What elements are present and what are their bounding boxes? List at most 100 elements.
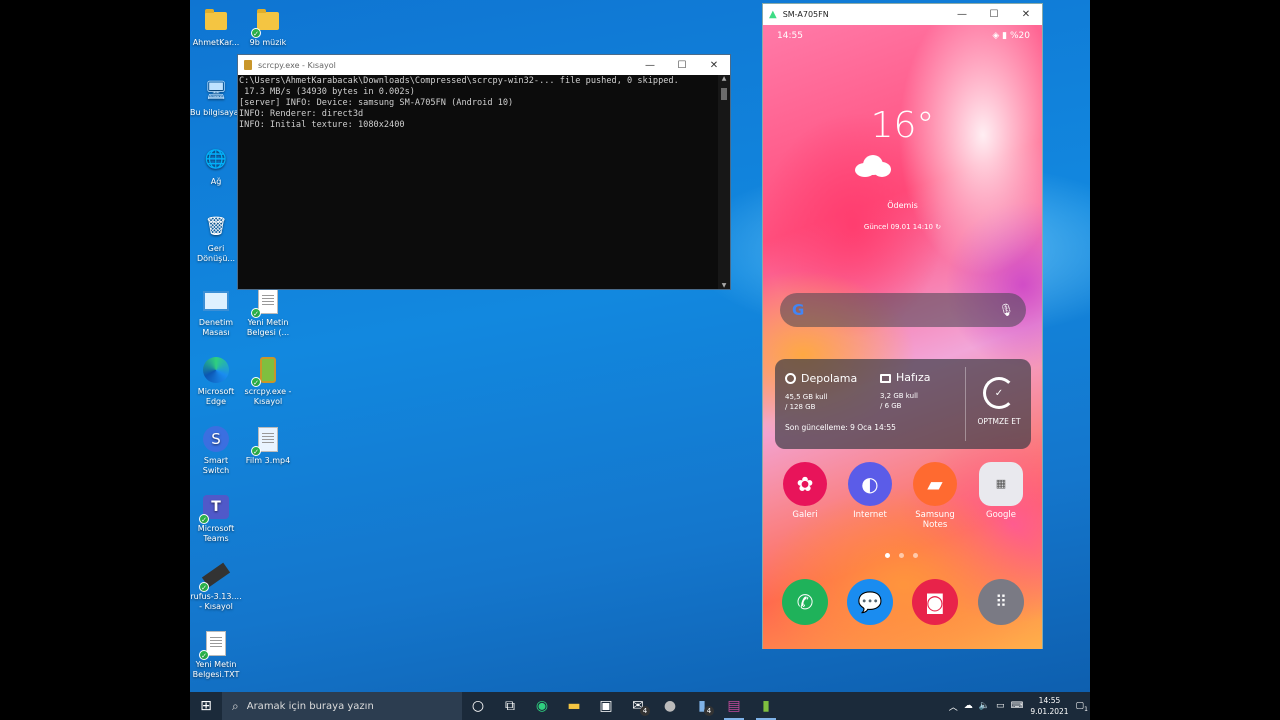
- console-window: scrcpy.exe - Kısayol — ☐ ✕ C:\Users\Ahme…: [237, 54, 731, 290]
- dock-apps[interactable]: ⠿: [971, 579, 1031, 629]
- notes-icon: ▰: [913, 462, 957, 506]
- taskbar-scrcpy[interactable]: ▮: [750, 692, 782, 720]
- edge-icon: [201, 355, 231, 385]
- keyboard-icon[interactable]: ⌨: [1010, 701, 1023, 711]
- notification-center-icon[interactable]: ▢ 1: [1075, 701, 1088, 713]
- microphone-icon[interactable]: 🎙: [999, 303, 1014, 317]
- scrollbar-thumb[interactable]: [721, 88, 727, 100]
- volume-icon[interactable]: 🔈: [979, 701, 990, 711]
- task-view-button[interactable]: ⧉: [494, 692, 526, 720]
- desktop-icon-label: AhmetKar...: [192, 38, 240, 47]
- desktop-icon-label: Bu bilgisayar: [190, 108, 242, 117]
- start-button[interactable]: ⊞: [190, 692, 222, 720]
- dock-camera[interactable]: ◙: [905, 579, 965, 629]
- network-icon: 🌐: [204, 149, 228, 170]
- optimize-button[interactable]: ✓ OPTMZE ET: [971, 377, 1027, 426]
- close-button[interactable]: ✕: [698, 60, 730, 71]
- desktop-icon-text-file[interactable]: ✓ Yeni Metin Belgesi.TXT: [190, 628, 242, 680]
- desktop-icon-smart-switch[interactable]: S Smart Switch: [190, 424, 242, 476]
- desktop-icon-label: Ağ: [210, 177, 222, 186]
- memory-section: Hafıza 3,2 GB kull / 6 GB: [880, 372, 930, 411]
- scroll-up-arrow-icon[interactable]: ▲: [718, 75, 730, 82]
- network-tray-icon[interactable]: ▭: [996, 701, 1005, 711]
- phone-badge: 4: [704, 706, 714, 716]
- taskbar-file-explorer[interactable]: ▬: [558, 692, 590, 720]
- device-care-widget[interactable]: Depolama 45,5 GB kull / 128 GB Hafıza 3,…: [775, 359, 1031, 449]
- taskbar-edge[interactable]: ◉: [526, 692, 558, 720]
- desktop-icon-edge[interactable]: Microsoft Edge: [190, 355, 242, 407]
- maximize-button[interactable]: ☐: [666, 60, 698, 71]
- console-line: INFO: Initial texture: 1080x2400: [239, 120, 405, 130]
- desktop-icon-rufus[interactable]: ✓ rufus-3.13.... - Kısayol: [190, 560, 242, 612]
- desktop-icon-network[interactable]: 🌐 Ağ: [190, 145, 242, 187]
- maximize-button[interactable]: ☐: [978, 9, 1010, 20]
- taskbar-app[interactable]: ●: [654, 692, 686, 720]
- sync-check-icon: ✓: [251, 446, 261, 456]
- taskbar-clock[interactable]: 14:55 9.01.2021: [1029, 695, 1069, 717]
- console-title: scrcpy.exe - Kısayol: [258, 60, 336, 70]
- close-button[interactable]: ✕: [1010, 9, 1042, 20]
- phone-battery: ◈ ▮ %20: [992, 31, 1030, 41]
- taskbar-phone[interactable]: ▮ 4: [686, 692, 718, 720]
- app-label: Samsung Notes: [915, 510, 955, 530]
- tray-expand-icon[interactable]: ︿: [949, 700, 958, 713]
- messages-icon: 💬: [847, 579, 893, 625]
- desktop-icon-9b-muzik[interactable]: ✓ 9b müzik: [242, 6, 294, 48]
- cortana-button[interactable]: ○: [462, 692, 494, 720]
- computer-icon: 🖥: [204, 80, 228, 101]
- dock-phone[interactable]: ✆: [775, 579, 835, 629]
- onedrive-icon[interactable]: ☁: [964, 701, 973, 711]
- console-line: [server] INFO: Device: samsung SM-A705FN…: [239, 98, 514, 108]
- desktop-icon-scrcpy[interactable]: ✓ scrcpy.exe - Kısayol: [242, 355, 294, 407]
- dock-messages[interactable]: 💬: [840, 579, 900, 629]
- console-titlebar[interactable]: scrcpy.exe - Kısayol — ☐ ✕: [238, 55, 730, 75]
- desktop-icon-label: 9b müzik: [249, 38, 287, 47]
- scrcpy-icon: ✓: [251, 355, 283, 387]
- desktop-icon-label: Microsoft Edge: [197, 387, 235, 406]
- app-drawer-icon: ⠿: [978, 579, 1024, 625]
- phone-screen[interactable]: 14:55 ◈ ▮ %20 16° Ödemis Güncel 09.01 14…: [763, 25, 1042, 649]
- desktop-icon-recycle-bin[interactable]: 🗑 Geri Dönüşü...: [190, 212, 242, 264]
- desktop-icon-teams[interactable]: T ✓ Microsoft Teams: [190, 492, 242, 544]
- app-internet[interactable]: ◐ Internet: [840, 462, 900, 520]
- console-scrollbar[interactable]: ▲ ▼: [718, 75, 730, 289]
- phone-window-titlebar[interactable]: ▲ SM-A705FN — ☐ ✕: [763, 4, 1042, 25]
- storage-used: 45,5 GB kull: [785, 393, 828, 401]
- google-search-bar[interactable]: G 🎙: [780, 293, 1026, 327]
- user-folder-icon: [201, 6, 231, 36]
- desktop-icon-label: Yeni Metin Belgesi.TXT: [192, 660, 240, 679]
- taskbar-mail[interactable]: ✉ 4: [622, 692, 654, 720]
- desktop-icon-user-folder[interactable]: AhmetKar...: [190, 6, 242, 48]
- smart-switch-icon: S: [201, 424, 231, 454]
- phone-mirror-window: ▲ SM-A705FN — ☐ ✕ 14:55 ◈ ▮ %20 16° Ödem…: [762, 3, 1043, 649]
- taskbar-winrar[interactable]: ▤: [718, 692, 750, 720]
- minimize-button[interactable]: —: [946, 9, 978, 20]
- edge-icon: ◉: [535, 698, 549, 714]
- text-document-icon: ✓: [251, 286, 283, 318]
- store-bag-icon: ▣: [599, 698, 613, 714]
- memory-used: 3,2 GB kull: [880, 392, 918, 400]
- google-g-icon: G: [792, 301, 805, 319]
- app-galeri[interactable]: ✿ Galeri: [775, 462, 835, 520]
- desktop-icon-text-doc[interactable]: ✓ Yeni Metin Belgesi (...: [242, 286, 294, 338]
- app-samsung-notes[interactable]: ▰ Samsung Notes: [905, 462, 965, 530]
- taskbar-search[interactable]: ⌕ Aramak için buraya yazın: [222, 692, 462, 720]
- scroll-down-arrow-icon[interactable]: ▼: [718, 282, 730, 289]
- desktop-icon-video[interactable]: ✓ Film 3.mp4: [242, 424, 294, 466]
- app-label: Internet: [853, 510, 887, 520]
- scrcpy-icon: ▮: [762, 698, 770, 714]
- taskbar-store[interactable]: ▣: [590, 692, 622, 720]
- android-icon: ▲: [769, 9, 777, 20]
- desktop-icon-control-panel[interactable]: Denetim Masası: [190, 286, 242, 338]
- console-line: C:\Users\AhmetKarabacak\Downloads\Compre…: [239, 76, 679, 86]
- app-google-folder[interactable]: ▦ Google: [971, 462, 1031, 520]
- minimize-button[interactable]: —: [634, 60, 666, 71]
- weather-location: Ödemis: [887, 201, 918, 210]
- page-indicator: [885, 553, 918, 558]
- sync-check-icon: ✓: [251, 377, 261, 387]
- sync-check-icon: ✓: [251, 308, 261, 318]
- weather-temperature[interactable]: 16°: [763, 105, 1042, 146]
- memory-chip-icon: [880, 373, 891, 383]
- desktop-icon-this-pc[interactable]: 🖥 Bu bilgisayar: [190, 76, 242, 118]
- folder-icon: ▬: [567, 698, 581, 714]
